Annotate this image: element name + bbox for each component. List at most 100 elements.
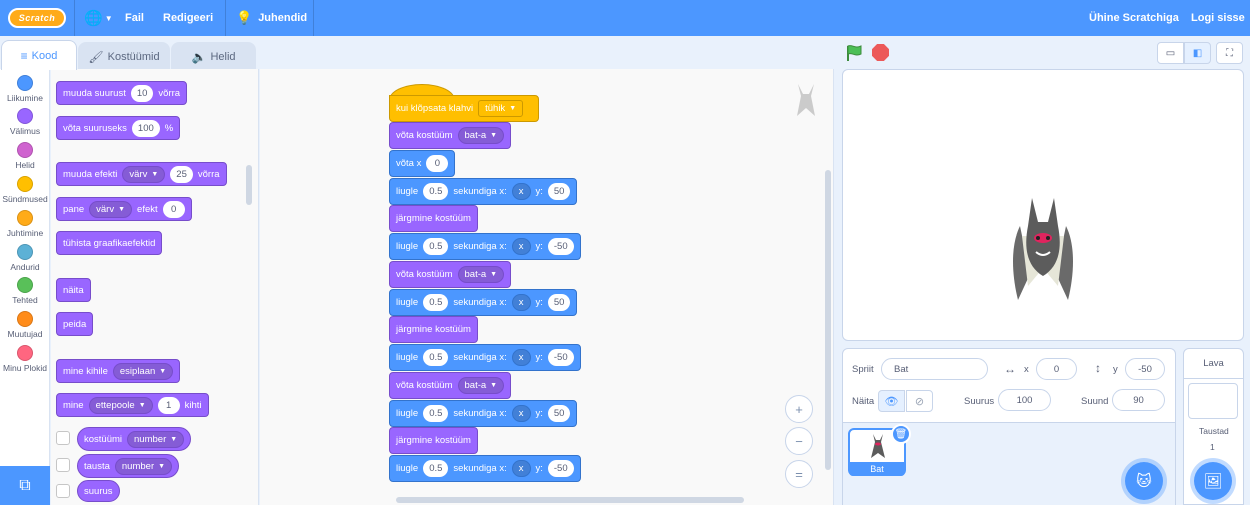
- category-3[interactable]: Helid: [0, 142, 50, 170]
- y-position-input[interactable]: -50: [1125, 358, 1165, 380]
- category-5[interactable]: Juhtimine: [0, 210, 50, 238]
- fullscreen-button[interactable]: ⛶: [1216, 42, 1243, 64]
- category-4[interactable]: Sündmused: [0, 176, 50, 204]
- language-menu[interactable]: 🌐 ▼: [84, 0, 113, 36]
- stop-icon[interactable]: [872, 44, 889, 61]
- size-input[interactable]: 100: [998, 389, 1051, 411]
- block-glide-to-xy[interactable]: liugle 0.5 sekundiga x: x y: -50: [389, 344, 581, 371]
- block-dropdown[interactable]: bat-a ▼: [457, 377, 505, 394]
- block-input[interactable]: 0.5: [423, 294, 449, 311]
- block-reporter-x[interactable]: x: [511, 460, 531, 477]
- zoom-out-button[interactable]: −: [785, 427, 813, 455]
- large-stage-button[interactable]: ◧: [1184, 42, 1211, 64]
- block-glide-to-xy[interactable]: liugle 0.5 sekundiga x: x y: 50: [389, 289, 578, 316]
- block-input[interactable]: 1: [157, 396, 180, 414]
- hide-sprite-button[interactable]: ⊘: [906, 390, 933, 412]
- block-input[interactable]: 25: [170, 165, 193, 183]
- block-go-layers[interactable]: mine ettepoole ▼ 1 kihti: [56, 393, 209, 417]
- block-reporter-x[interactable]: x: [511, 294, 531, 311]
- tab-costumes[interactable]: 🖌 Kostüümid: [78, 42, 170, 70]
- checkbox-backdrop-number[interactable]: [56, 458, 70, 472]
- block-reporter-x[interactable]: x: [511, 405, 531, 422]
- script-area[interactable]: [260, 69, 834, 505]
- green-flag-icon[interactable]: [845, 44, 863, 65]
- block-dropdown[interactable]: number ▼: [114, 457, 173, 475]
- block-glide-to-xy[interactable]: liugle 0.5 sekundiga x: x y: 50: [389, 178, 578, 205]
- choose-backdrop-button[interactable]: 🖼: [1194, 462, 1232, 500]
- block-dropdown[interactable]: ettepoole ▼: [88, 396, 153, 414]
- block-input[interactable]: 0.5: [423, 349, 449, 366]
- block-glide-to-xy[interactable]: liugle 0.5 sekundiga x: x y: -50: [389, 233, 581, 260]
- zoom-in-button[interactable]: +: [785, 395, 813, 423]
- block-input[interactable]: 50: [547, 294, 571, 311]
- scratch-logo[interactable]: Scratch: [8, 8, 66, 28]
- block-set-effect[interactable]: pane värv ▼ efekt 0: [56, 197, 192, 221]
- block-input[interactable]: 0.5: [423, 405, 449, 422]
- block-set-size[interactable]: võta suuruseks 100 %: [56, 116, 181, 140]
- block-next-costume[interactable]: järgmine kostüüm: [389, 427, 478, 454]
- bat-sprite[interactable]: [1008, 196, 1078, 305]
- block-dropdown[interactable]: number ▼: [127, 430, 185, 448]
- delete-sprite-button[interactable]: 🗑: [891, 424, 911, 444]
- block-input[interactable]: 0.5: [423, 183, 449, 200]
- block-dropdown[interactable]: värv ▼: [122, 165, 166, 183]
- category-2[interactable]: Välimus: [0, 108, 50, 136]
- script-horizontal-scrollbar[interactable]: [396, 497, 744, 503]
- category-7[interactable]: Tehted: [0, 277, 50, 305]
- block-set-x[interactable]: võta x 0: [389, 150, 456, 177]
- block-switch-costume[interactable]: võta kostüüm bat-a ▼: [389, 261, 512, 288]
- block-change-effect[interactable]: muuda efekti värv ▼ 25 võrra: [56, 162, 227, 186]
- block-go-to-layer[interactable]: mine kihile esiplaan ▼: [56, 359, 181, 383]
- backdrop-thumbnail[interactable]: [1188, 383, 1238, 419]
- block-input[interactable]: 0: [426, 155, 449, 172]
- block-clear-effects[interactable]: tühista graafikaefektid: [56, 231, 163, 255]
- block-next-costume[interactable]: järgmine kostüüm: [389, 316, 478, 343]
- category-6[interactable]: Andurid: [0, 244, 50, 272]
- block-input[interactable]: -50: [547, 349, 574, 366]
- block-reporter-x[interactable]: x: [511, 238, 531, 255]
- show-sprite-button[interactable]: 👁: [878, 390, 905, 412]
- tab-code[interactable]: ≡ Kood: [1, 40, 77, 70]
- palette-scrollbar[interactable]: [246, 165, 252, 205]
- block-input[interactable]: -50: [547, 238, 574, 255]
- tab-sounds[interactable]: 🔈 Helid: [171, 42, 256, 70]
- category-9[interactable]: Minu Plokid: [0, 345, 50, 373]
- block-dropdown[interactable]: bat-a ▼: [457, 127, 505, 144]
- block-dropdown[interactable]: värv ▼: [89, 200, 133, 218]
- block-hide[interactable]: peida: [56, 312, 94, 336]
- x-position-input[interactable]: 0: [1036, 358, 1077, 380]
- block-dropdown[interactable]: bat-a ▼: [457, 266, 505, 283]
- block-glide-to-xy[interactable]: liugle 0.5 sekundiga x: x y: 50: [389, 400, 578, 427]
- category-8[interactable]: Muutujad: [0, 311, 50, 339]
- checkbox-size[interactable]: [56, 484, 70, 498]
- block-input[interactable]: -50: [547, 460, 574, 477]
- add-extension-button[interactable]: ⧉: [0, 466, 50, 505]
- direction-input[interactable]: 90: [1112, 389, 1165, 411]
- block-glide-to-xy[interactable]: liugle 0.5 sekundiga x: x y: -50: [389, 455, 581, 482]
- block-input[interactable]: 0: [162, 200, 185, 218]
- block-size-reporter[interactable]: suurus: [77, 480, 120, 502]
- sign-in-link[interactable]: Logi sisse: [1191, 0, 1245, 36]
- block-costume-number[interactable]: kostüümi number ▼: [77, 427, 192, 451]
- block-show[interactable]: näita: [56, 278, 91, 302]
- block-next-costume[interactable]: järgmine kostüüm: [389, 205, 478, 232]
- join-scratch-link[interactable]: Ühine Scratchiga: [1089, 0, 1179, 36]
- block-switch-costume[interactable]: võta kostüüm bat-a ▼: [389, 122, 512, 149]
- tutorials-menu[interactable]: 💡 Juhendid: [236, 0, 307, 36]
- block-switch-costume[interactable]: võta kostüüm bat-a ▼: [389, 372, 512, 399]
- block-dropdown[interactable]: tühik ▼: [478, 100, 524, 117]
- block-input[interactable]: 50: [547, 183, 571, 200]
- script-vertical-scrollbar[interactable]: [825, 170, 831, 470]
- block-reporter-x[interactable]: x: [511, 349, 531, 366]
- block-reporter-x[interactable]: x: [511, 183, 531, 200]
- block-input[interactable]: 0.5: [423, 460, 449, 477]
- block-dropdown[interactable]: esiplaan ▼: [112, 362, 174, 380]
- block-when-key-pressed[interactable]: kui klõpsata klahvi tühik ▼: [389, 95, 539, 122]
- block-input[interactable]: 50: [547, 405, 571, 422]
- file-menu[interactable]: Fail: [125, 0, 144, 36]
- checkbox-costume-number[interactable]: [56, 431, 70, 445]
- block-input[interactable]: 0.5: [423, 238, 449, 255]
- block-input[interactable]: 100: [131, 119, 160, 137]
- edit-menu[interactable]: Redigeeri: [163, 0, 213, 36]
- choose-sprite-button[interactable]: 🐱: [1125, 462, 1163, 500]
